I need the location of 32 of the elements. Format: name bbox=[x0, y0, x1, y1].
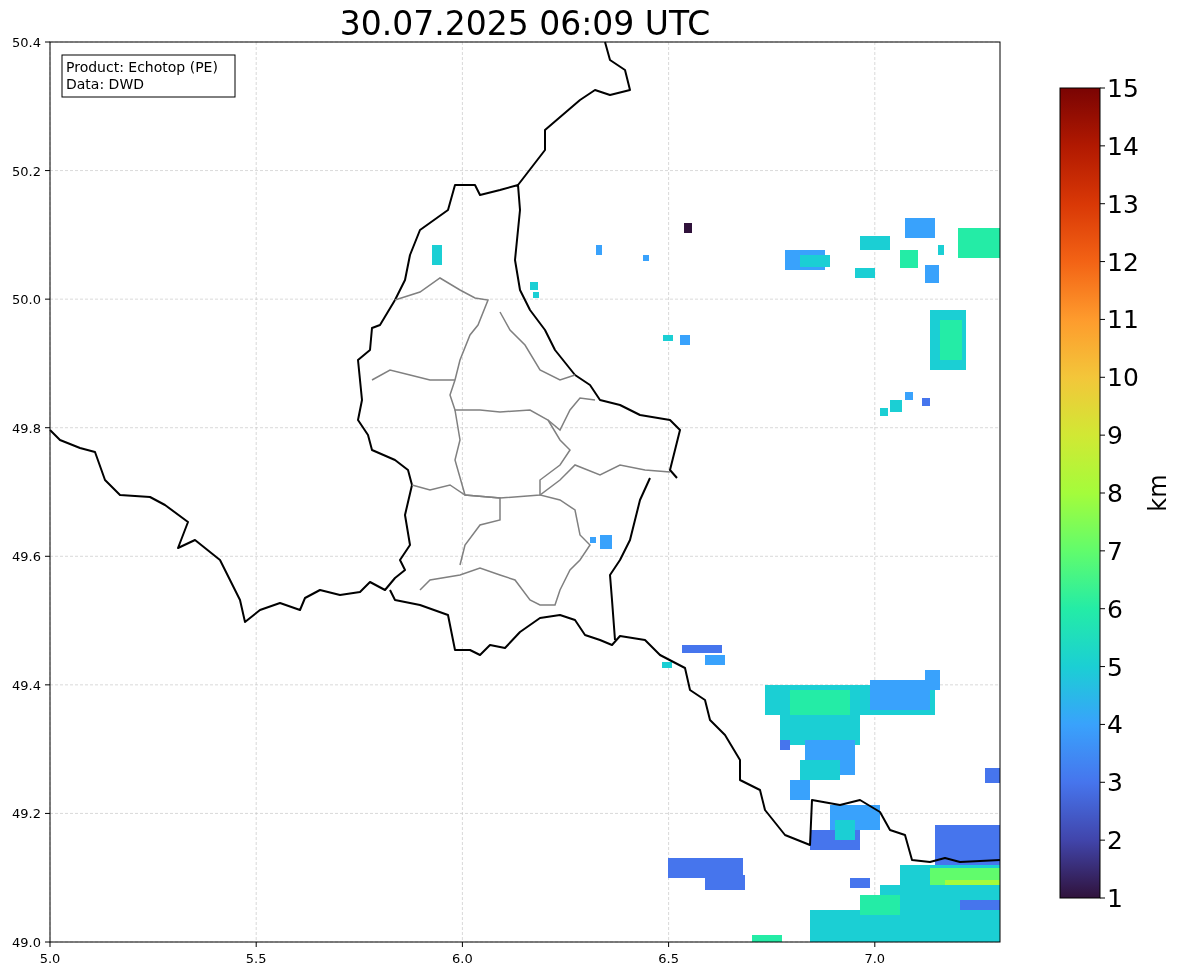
colorbar-tick-label: 13 bbox=[1107, 189, 1139, 219]
colorbar-tick-label: 14 bbox=[1107, 131, 1139, 161]
colorbar-tick-label: 8 bbox=[1107, 479, 1123, 508]
legend-text: Data: DWD bbox=[66, 76, 144, 92]
axis-tick-label: 6.5 bbox=[658, 951, 679, 966]
axis-tick-label: 49.2 bbox=[12, 806, 41, 822]
axis-tick-label: 49.8 bbox=[12, 420, 41, 436]
legend-text: Product: Echotop (PE) bbox=[66, 59, 218, 75]
axis-tick-label: 5.0 bbox=[39, 951, 61, 966]
axis-tick-label: 50.4 bbox=[12, 35, 41, 50]
colorbar-tick-label: 6 bbox=[1107, 594, 1123, 624]
colorbar-tick-label: 12 bbox=[1107, 247, 1139, 277]
plot-title: 30.07.2025 06:09 UTC bbox=[339, 4, 711, 43]
colorbar-tick-label: 3 bbox=[1107, 768, 1123, 798]
colorbar-tick-label: 5 bbox=[1107, 652, 1123, 682]
colorbar-tick-label: 4 bbox=[1107, 710, 1123, 740]
axis-tick-label: 50.0 bbox=[12, 292, 41, 308]
axis-tick-label: 49.4 bbox=[12, 677, 41, 693]
axis-tick-label: 6.0 bbox=[452, 951, 473, 966]
axis-tick-label: 7.0 bbox=[864, 951, 886, 966]
axis-tick-label: 49.6 bbox=[12, 549, 41, 565]
colorbar-label: km bbox=[1144, 474, 1172, 512]
colorbar-tick-label: 2 bbox=[1107, 826, 1123, 856]
axis-tick-label: 49.0 bbox=[12, 935, 41, 950]
axis-tick-label: 50.2 bbox=[12, 163, 41, 179]
colorbar-tick-label: 1 bbox=[1107, 884, 1123, 913]
axis-tick-label: 5.5 bbox=[245, 951, 267, 966]
colorbar-tick-label: 15 bbox=[1107, 74, 1139, 103]
colorbar-tick-label: 11 bbox=[1107, 305, 1139, 335]
colorbar-tick-label: 9 bbox=[1107, 421, 1123, 451]
colorbar-tick-label: 10 bbox=[1107, 363, 1139, 393]
colorbar-tick-label: 7 bbox=[1107, 536, 1123, 566]
